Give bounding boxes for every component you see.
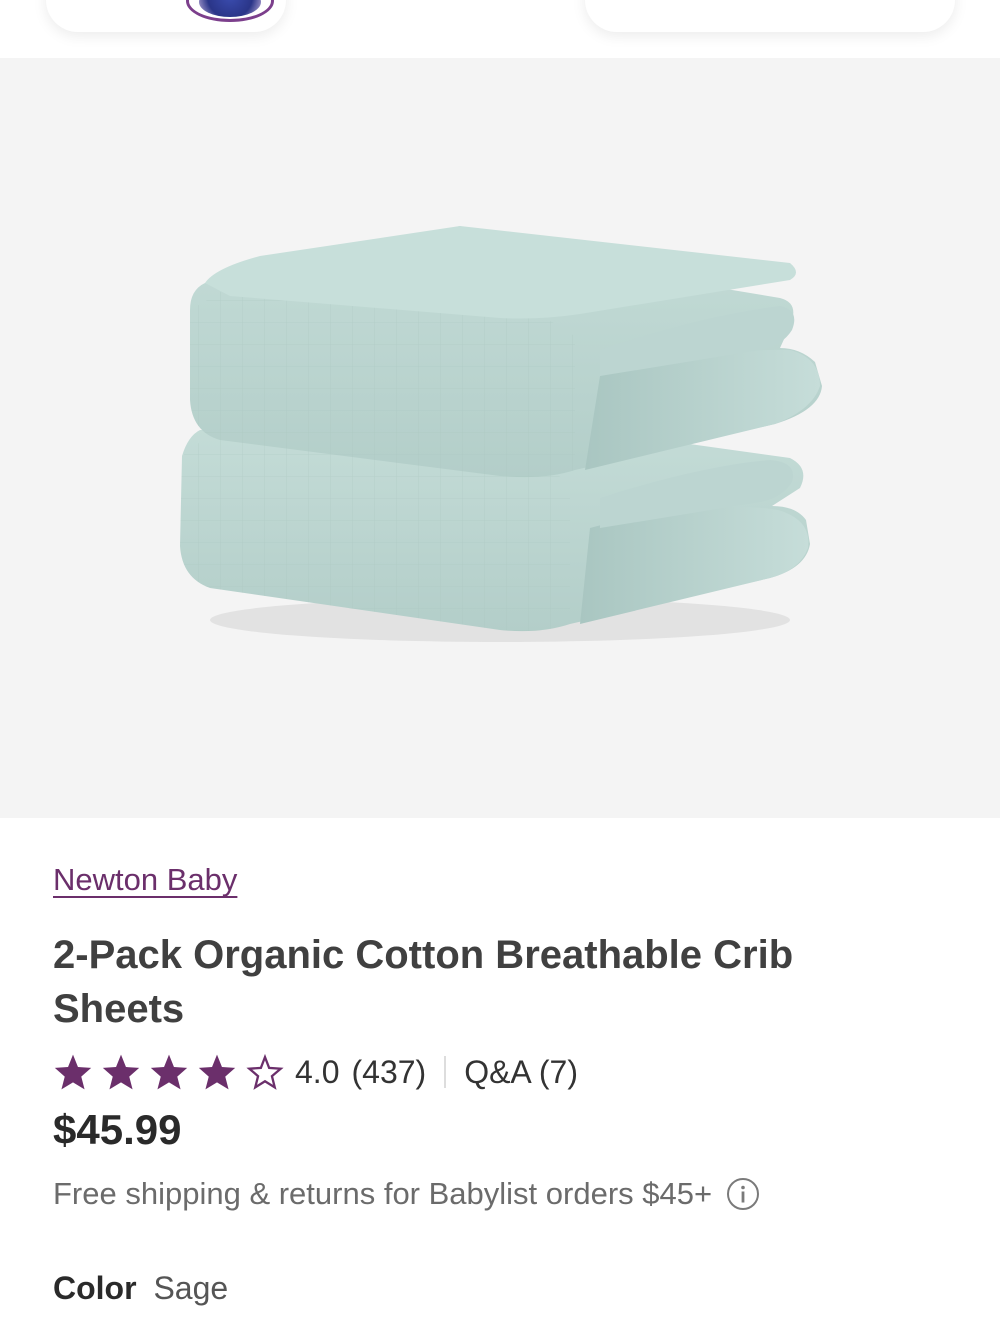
shipping-info: Free shipping & returns for Babylist ord…	[53, 1176, 760, 1212]
brand-link[interactable]: Newton Baby	[53, 862, 237, 898]
product-price: $45.99	[53, 1106, 182, 1153]
color-selector: Color Sage	[53, 1270, 228, 1307]
rating-row[interactable]: 4.0 (437) Q&A (7)	[53, 1050, 578, 1094]
star-filled-icon	[197, 1053, 237, 1091]
top-header	[0, 0, 1000, 58]
qa-link[interactable]: Q&A (7)	[464, 1054, 578, 1091]
review-count-link[interactable]: (437)	[351, 1054, 426, 1091]
star-filled-icon	[53, 1053, 93, 1091]
color-label: Color	[53, 1270, 137, 1306]
info-icon[interactable]	[726, 1177, 760, 1211]
star-filled-icon	[149, 1053, 189, 1091]
color-value: Sage	[153, 1270, 229, 1306]
product-image[interactable]	[0, 58, 1000, 818]
crib-sheets-product-image	[180, 226, 822, 642]
shipping-text: Free shipping & returns for Babylist ord…	[53, 1176, 713, 1211]
product-title: 2-Pack Organic Cotton Breathable Crib Sh…	[53, 933, 794, 1031]
rating-stars	[53, 1053, 285, 1091]
star-filled-icon	[101, 1053, 141, 1091]
rating-value: 4.0	[295, 1053, 340, 1090]
divider	[444, 1056, 447, 1088]
star-empty-icon	[245, 1053, 285, 1091]
header-actions-pill	[585, 0, 955, 32]
